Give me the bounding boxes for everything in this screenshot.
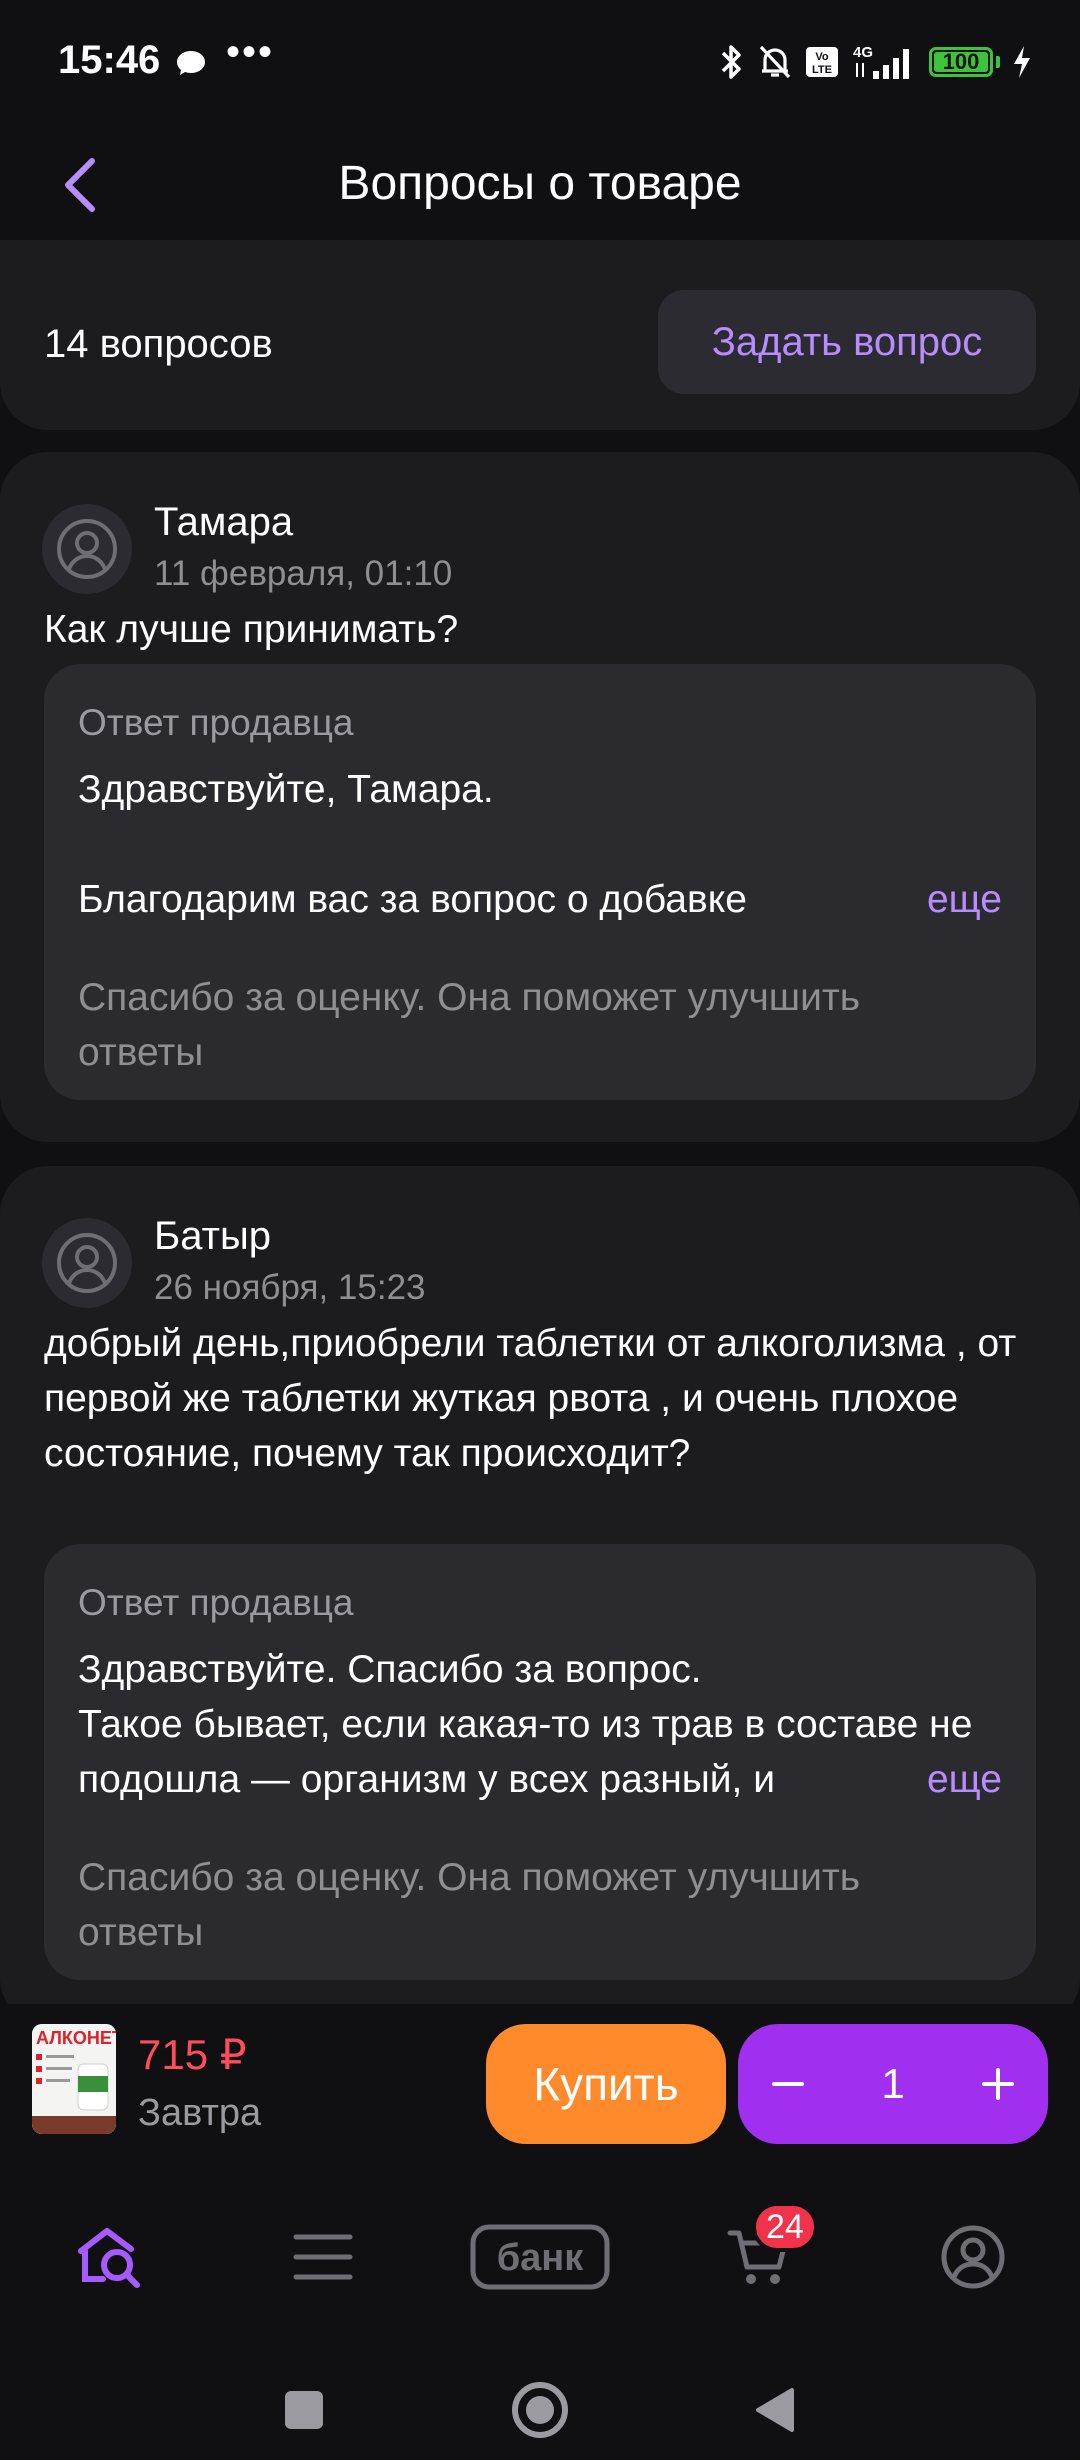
chat-icon bbox=[177, 51, 205, 75]
questions-summary: 14 вопросов Задать вопрос bbox=[0, 240, 1080, 430]
back-system-button[interactable] bbox=[734, 2370, 814, 2450]
status-bar: 15:46 ••• Vo LTE 4G 100 bbox=[0, 0, 1080, 120]
product-price: 715 ₽ bbox=[138, 2031, 247, 2078]
questions-count: 14 вопросов bbox=[44, 322, 273, 366]
circle-icon bbox=[512, 2382, 568, 2438]
nav-bank[interactable]: банк bbox=[468, 2202, 612, 2312]
ask-question-button[interactable]: Задать вопрос bbox=[658, 290, 1036, 394]
page-title: Вопросы о товаре bbox=[338, 157, 742, 210]
rating-note: Спасибо за оценку. Она поможет улучшить … bbox=[78, 1856, 861, 1954]
buy-button[interactable]: Купить bbox=[486, 2024, 726, 2144]
status-icons: Vo LTE 4G 100 bbox=[719, 42, 1032, 82]
user-icon bbox=[57, 1233, 117, 1293]
show-more-link[interactable]: еще bbox=[856, 1752, 1002, 1807]
rating-note: Спасибо за оценку. Она поможет улучшить … bbox=[78, 976, 861, 1074]
status-time: 15:46 bbox=[58, 38, 161, 82]
seller-answer: Ответ продавца Здравствуйте, Тамара. Бла… bbox=[44, 664, 1036, 1100]
increase-quantity-button[interactable] bbox=[948, 2024, 1048, 2144]
question-date: 11 февраля, 01:10 bbox=[154, 554, 453, 593]
svg-text:4G: 4G bbox=[853, 44, 873, 61]
nav-home[interactable] bbox=[54, 2202, 164, 2312]
product-image: АЛКОНЕТ bbox=[32, 2024, 116, 2134]
quantity-stepper: 1 bbox=[738, 2024, 1048, 2144]
avatar bbox=[42, 1218, 132, 1308]
recent-apps-button[interactable] bbox=[264, 2370, 344, 2450]
plus-icon bbox=[982, 2068, 1014, 2100]
show-more-link[interactable]: еще bbox=[856, 872, 1002, 927]
question-text: Как лучше принимать? bbox=[44, 608, 459, 651]
question-author: Тамара bbox=[154, 500, 294, 544]
user-icon bbox=[57, 519, 117, 579]
product-thumbnail[interactable]: АЛКОНЕТ bbox=[32, 2024, 116, 2134]
quantity-value: 1 bbox=[881, 2060, 905, 2107]
product-brand: АЛКОНЕТ bbox=[36, 2028, 116, 2048]
system-navigation bbox=[0, 2350, 1080, 2460]
nav-profile[interactable] bbox=[918, 2202, 1028, 2312]
bank-label: банк bbox=[497, 2237, 585, 2279]
charging-icon bbox=[1014, 46, 1030, 78]
question-card: Батыр 26 ноября, 15:23 добрый день,приоб… bbox=[0, 1166, 1080, 2026]
answer-label: Ответ продавца bbox=[78, 702, 354, 743]
volte-icon: VoLTE bbox=[806, 47, 838, 77]
battery-icon: 100 bbox=[929, 47, 993, 77]
battery-tip bbox=[996, 56, 1000, 68]
mute-icon bbox=[759, 45, 791, 79]
4g-signal-icon: 4G bbox=[853, 44, 909, 79]
svg-text:LTE: LTE bbox=[812, 64, 832, 76]
triangle-back-icon bbox=[756, 2388, 794, 2432]
question-author: Батыр bbox=[154, 1214, 271, 1258]
answer-label: Ответ продавца bbox=[78, 1582, 354, 1623]
decrease-quantity-button[interactable] bbox=[738, 2024, 838, 2144]
profile-icon bbox=[941, 2225, 1005, 2289]
question-card: Тамара 11 февраля, 01:10 Как лучше прини… bbox=[0, 452, 1080, 1142]
avatar bbox=[42, 504, 132, 594]
battery-level: 100 bbox=[942, 49, 980, 74]
home-search-icon bbox=[78, 2228, 140, 2288]
delivery-date: Завтра bbox=[138, 2092, 262, 2134]
question-text: добрый день,приобрели таблетки от алкого… bbox=[44, 1322, 1017, 1475]
bank-icon: банк bbox=[470, 2224, 610, 2290]
home-button[interactable] bbox=[500, 2370, 580, 2450]
catalog-icon bbox=[293, 2234, 353, 2280]
bottom-navigation: банк 24 bbox=[0, 2180, 1080, 2330]
header: Вопросы о товаре bbox=[0, 130, 1080, 240]
seller-answer: Ответ продавца Здравствуйте. Спасибо за … bbox=[44, 1544, 1036, 1980]
svg-text:Vo: Vo bbox=[815, 51, 829, 63]
minus-icon bbox=[772, 2082, 804, 2086]
cart-badge: 24 bbox=[752, 2202, 818, 2252]
square-icon bbox=[285, 2391, 323, 2429]
question-date: 26 ноября, 15:23 bbox=[154, 1268, 426, 1307]
status-more-dots: ••• bbox=[226, 30, 275, 74]
buy-bar: АЛКОНЕТ 715 ₽ Завтра Купить 1 bbox=[0, 2004, 1080, 2160]
bluetooth-icon bbox=[721, 45, 741, 79]
nav-catalog[interactable] bbox=[268, 2202, 378, 2312]
